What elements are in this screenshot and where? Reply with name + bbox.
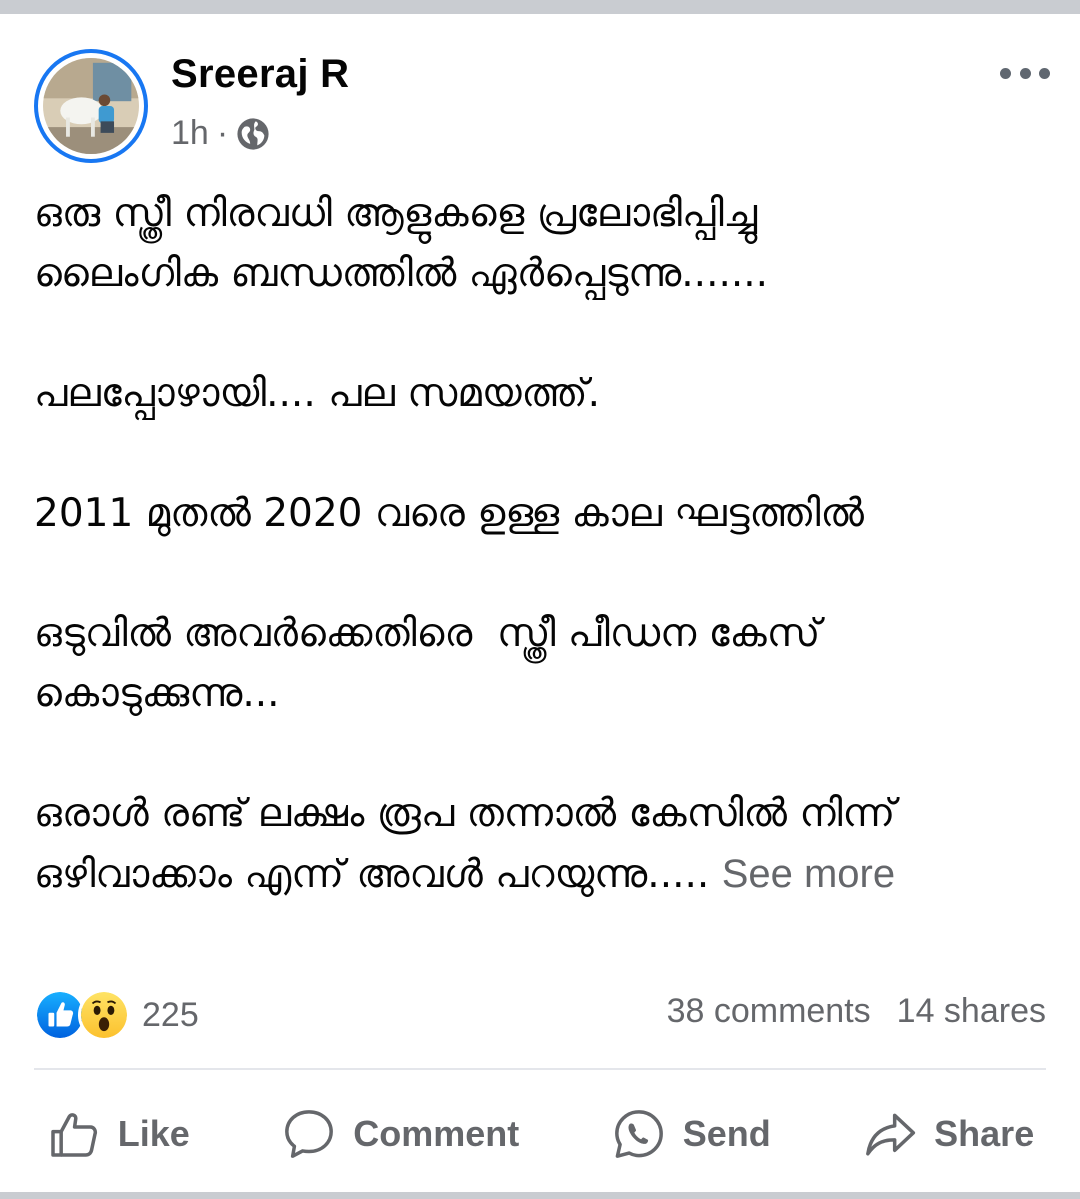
post-paragraph: പലപ്പോഴായി.... പല സമയത്ത്. [34,371,601,416]
whatsapp-icon [614,1110,663,1158]
comment-label: Comment [353,1113,520,1154]
share-label: Share [934,1113,1035,1154]
send-label: Send [682,1113,771,1154]
comments-count[interactable]: 38 comments [667,992,871,1031]
avatar-photo [43,58,139,154]
post-paragraph: 2011 മുതൽ 2020 വരെ ഉള്ള കാല ഘട്ടത്തിൽ [34,491,864,536]
reactions-summary[interactable]: 225 [34,989,199,1041]
like-button[interactable]: Like [46,1106,190,1162]
avatar[interactable] [34,49,148,163]
post-time[interactable]: 1h [171,114,209,153]
post-paragraph: ഒടുവിൽ അവർക്കെതിരെ സ്ത്രീ പീഡന കേസ് കൊടു… [34,611,821,716]
reaction-count: 225 [142,995,199,1034]
send-button[interactable]: Send [611,1106,771,1162]
engagement-stats: 38 comments 14 shares [667,992,1046,1031]
share-arrow-icon [866,1113,916,1156]
meta-separator: · [216,114,229,152]
post-card: Sreeraj R 1h · ഒരു സ്ത്രീ നിരവധി ആളുകളെ … [0,14,1080,1192]
post-meta: 1h · [171,114,270,153]
author-name[interactable]: Sreeraj R [171,52,349,97]
comment-button[interactable]: Comment [281,1106,519,1162]
action-bar: Like Comment Send Share [0,1094,1080,1174]
post-paragraph-last: ഒരാൾ രണ്ട് ലക്ഷം രൂപ തന്നാൽ കേസിൽ നിന്ന്… [34,784,1054,905]
shares-count[interactable]: 14 shares [897,992,1046,1031]
divider [34,1068,1046,1070]
see-more-link[interactable]: See more [722,852,895,896]
thumbs-up-icon [50,1113,97,1157]
comment-icon [285,1110,334,1158]
post-text: ഒരു സ്ത്രീ നിരവധി ആളുകളെ പ്രലോഭിപ്പിച്ചു… [34,184,1054,905]
post-paragraph: ഒരു സ്ത്രീ നിരവധി ആളുകളെ പ്രലോഭിപ്പിച്ചു… [34,191,769,296]
like-label: Like [117,1113,190,1154]
share-button[interactable]: Share [862,1106,1034,1162]
wow-reaction-icon [78,989,130,1041]
globe-icon [237,117,269,150]
more-options-icon[interactable] [1000,58,1050,88]
